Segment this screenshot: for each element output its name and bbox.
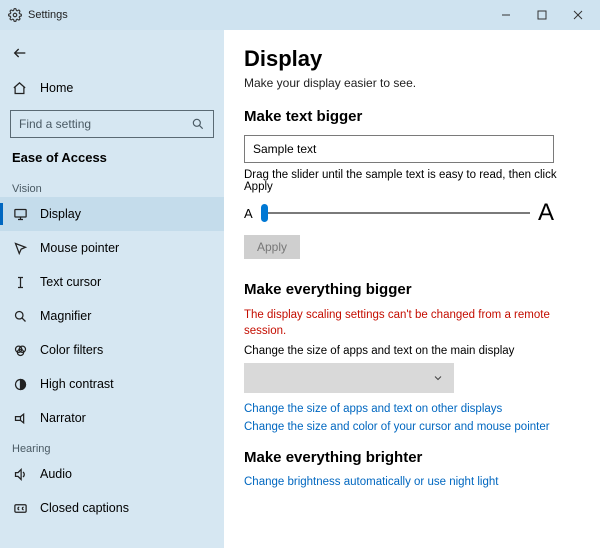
nav-label: High contrast — [40, 377, 114, 391]
group-label-vision: Vision — [0, 175, 224, 197]
sidebar-item-color-filters[interactable]: Color filters — [0, 333, 224, 367]
scaling-dropdown[interactable] — [244, 363, 454, 393]
maximize-button[interactable] — [524, 1, 560, 29]
nav-label: Mouse pointer — [40, 241, 119, 255]
section-make-everything-brighter: Make everything brighter — [244, 449, 580, 466]
link-brightness[interactable]: Change brightness automatically or use n… — [244, 476, 580, 488]
nav-label: Display — [40, 207, 81, 221]
nav-label: Audio — [40, 467, 72, 481]
search-input-wrap[interactable] — [10, 110, 214, 138]
monitor-icon — [12, 207, 28, 222]
settings-gear-icon — [8, 8, 22, 22]
content-area: Display Make your display easier to see.… — [224, 30, 600, 548]
nav-label: Magnifier — [40, 309, 91, 323]
closed-captions-icon — [12, 501, 28, 516]
back-arrow-icon — [12, 45, 28, 61]
back-button[interactable] — [0, 36, 224, 70]
apply-button[interactable]: Apply — [244, 235, 300, 259]
nav-label: Text cursor — [40, 275, 101, 289]
section-make-text-bigger: Make text bigger — [244, 108, 580, 125]
audio-icon — [12, 467, 28, 482]
sidebar-item-audio[interactable]: Audio — [0, 457, 224, 491]
scaling-desc: Change the size of apps and text on the … — [244, 345, 580, 357]
sidebar-item-magnifier[interactable]: Magnifier — [0, 299, 224, 333]
page-subtitle: Make your display easier to see. — [244, 76, 580, 90]
page-title: Display — [244, 46, 580, 72]
sidebar-item-home[interactable]: Home — [0, 72, 224, 104]
magnifier-icon — [12, 309, 28, 324]
sidebar-item-mouse-pointer[interactable]: Mouse pointer — [0, 231, 224, 265]
window-title: Settings — [28, 9, 68, 21]
nav-label: Closed captions — [40, 501, 129, 515]
scaling-warning: The display scaling settings can't be ch… — [244, 308, 564, 339]
nav-label: Color filters — [40, 343, 103, 357]
link-other-displays[interactable]: Change the size of apps and text on othe… — [244, 403, 580, 415]
section-make-everything-bigger: Make everything bigger — [244, 281, 580, 298]
sidebar-item-display[interactable]: Display — [0, 197, 224, 231]
link-cursor-size[interactable]: Change the size and color of your cursor… — [244, 421, 580, 433]
nav-label: Narrator — [40, 411, 86, 425]
small-a-label: A — [244, 206, 253, 221]
chevron-down-icon — [432, 372, 444, 384]
titlebar: Settings — [0, 0, 600, 30]
slider-thumb[interactable] — [261, 204, 268, 222]
sidebar-item-text-cursor[interactable]: Text cursor — [0, 265, 224, 299]
text-size-slider[interactable] — [261, 204, 530, 222]
text-cursor-icon — [12, 275, 28, 290]
color-filters-icon — [12, 343, 28, 358]
pointer-icon — [12, 241, 28, 256]
sidebar: Home Ease of Access Vision Display Mouse… — [0, 30, 224, 548]
narrator-icon — [12, 411, 28, 426]
sidebar-item-high-contrast[interactable]: High contrast — [0, 367, 224, 401]
big-a-label: A — [538, 199, 554, 227]
home-icon — [12, 81, 28, 96]
close-button[interactable] — [560, 1, 596, 29]
slider-instruction: Drag the slider until the sample text is… — [244, 169, 580, 193]
sidebar-item-narrator[interactable]: Narrator — [0, 401, 224, 435]
search-icon — [191, 117, 205, 131]
high-contrast-icon — [12, 377, 28, 392]
category-title: Ease of Access — [0, 146, 224, 175]
sidebar-item-closed-captions[interactable]: Closed captions — [0, 491, 224, 525]
sample-text-box: Sample text — [244, 135, 554, 163]
search-input[interactable] — [19, 117, 191, 131]
group-label-hearing: Hearing — [0, 435, 224, 457]
minimize-button[interactable] — [488, 1, 524, 29]
home-label: Home — [40, 81, 73, 95]
